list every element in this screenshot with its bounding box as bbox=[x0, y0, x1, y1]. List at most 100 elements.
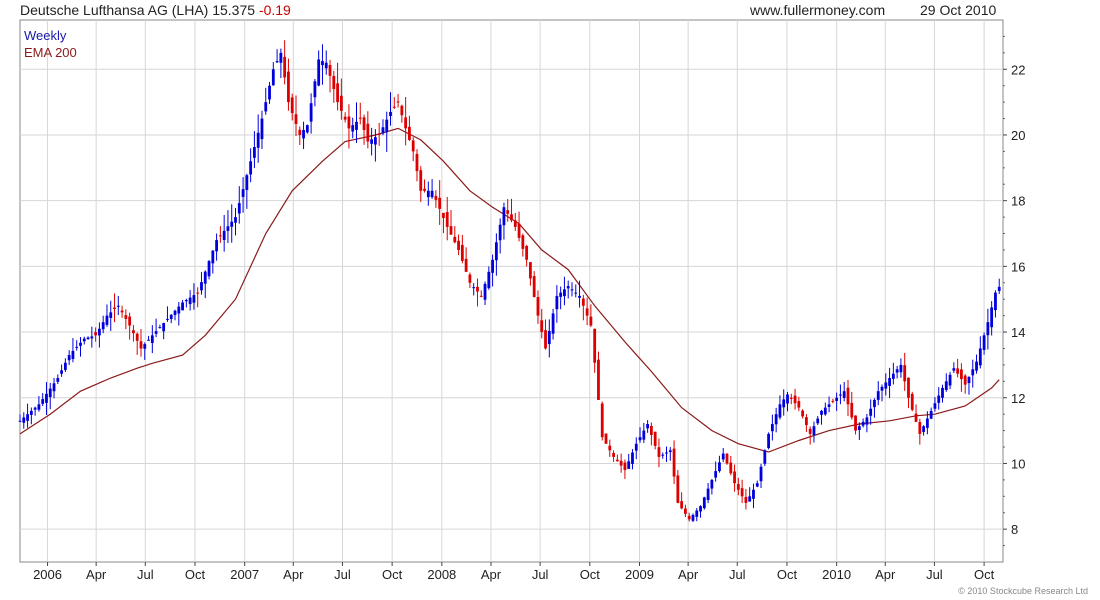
candle-body bbox=[423, 188, 426, 191]
candle-body bbox=[120, 310, 124, 313]
candle-body bbox=[812, 426, 816, 435]
candle-body bbox=[41, 399, 45, 404]
candle-body bbox=[67, 355, 71, 361]
candle-body bbox=[971, 369, 975, 376]
candle-body bbox=[260, 118, 264, 140]
x-tick-label: Apr bbox=[283, 567, 304, 582]
candle-body bbox=[770, 424, 774, 432]
legend-weekly: Weekly bbox=[24, 28, 67, 43]
candle-body bbox=[778, 404, 782, 418]
candle-body bbox=[631, 452, 634, 464]
candle-body bbox=[389, 111, 392, 117]
x-tick-label: Apr bbox=[481, 567, 502, 582]
candle-body bbox=[755, 483, 759, 487]
candle-body bbox=[434, 195, 438, 200]
candle-body bbox=[181, 302, 184, 311]
candle-body bbox=[702, 497, 706, 509]
candle-body bbox=[483, 283, 487, 300]
candle-body bbox=[956, 368, 960, 374]
candle-body bbox=[506, 210, 510, 214]
candle-body bbox=[453, 236, 457, 243]
candle-body bbox=[816, 418, 820, 424]
price-chart: 8 10 12 14 16 18 20 22 2006 Apr Jul Oct 2007 Apr Jul Oc… bbox=[18, 19, 1025, 582]
candle-body bbox=[615, 459, 619, 462]
candle-body bbox=[234, 217, 237, 223]
candle-body bbox=[373, 137, 377, 145]
candle-body bbox=[623, 462, 627, 471]
candle-body bbox=[377, 133, 381, 135]
candle-body bbox=[22, 417, 26, 423]
candle-body bbox=[574, 292, 578, 294]
candle-body bbox=[464, 258, 468, 272]
candle-body bbox=[128, 316, 132, 326]
candle-body bbox=[672, 448, 676, 477]
candle-body bbox=[854, 415, 857, 431]
candle-body bbox=[313, 81, 317, 98]
candle-body bbox=[903, 365, 907, 382]
candle-body bbox=[801, 410, 805, 417]
candle-body bbox=[944, 381, 948, 391]
candle-body bbox=[827, 404, 831, 407]
candle-body bbox=[619, 460, 623, 466]
plot-frame bbox=[19, 19, 1004, 563]
candle-body bbox=[612, 452, 615, 457]
candle-body bbox=[132, 330, 135, 334]
candle-body bbox=[714, 471, 718, 478]
candle-body bbox=[241, 189, 245, 197]
candle-body bbox=[733, 471, 736, 484]
x-tick-label: Jul bbox=[334, 567, 351, 582]
candle-body bbox=[457, 240, 460, 250]
candle-body bbox=[687, 515, 691, 520]
candle-body bbox=[476, 286, 479, 292]
candle-body bbox=[559, 292, 563, 297]
x-tick-label: 2009 bbox=[625, 567, 654, 582]
candle-body bbox=[907, 377, 910, 398]
candle-body bbox=[419, 170, 423, 191]
candle-body bbox=[869, 408, 873, 416]
candle-body bbox=[188, 297, 192, 305]
candle-body bbox=[222, 230, 226, 240]
candle-body bbox=[876, 391, 880, 400]
candle-body bbox=[192, 295, 196, 303]
candle-body bbox=[839, 394, 842, 396]
candle-body bbox=[570, 289, 574, 291]
candle-body bbox=[578, 295, 581, 298]
candle-body bbox=[665, 452, 668, 454]
candle-body bbox=[86, 337, 90, 340]
candle-body bbox=[684, 508, 687, 514]
candle-body bbox=[653, 431, 657, 446]
candle-body bbox=[37, 404, 41, 410]
candle-body bbox=[283, 56, 287, 78]
x-tick-label: Jul bbox=[532, 567, 549, 582]
candle-body bbox=[517, 223, 521, 238]
candle-body bbox=[960, 369, 963, 380]
candle-body bbox=[952, 368, 956, 371]
candle-body bbox=[786, 394, 789, 404]
candle-body bbox=[922, 426, 926, 432]
candle-body bbox=[646, 424, 650, 429]
candle-body bbox=[381, 127, 385, 134]
x-tick-label: Apr bbox=[875, 567, 896, 582]
candle-body bbox=[657, 447, 661, 457]
candle-body bbox=[597, 359, 600, 400]
candle-body bbox=[642, 430, 646, 440]
candle-body bbox=[52, 383, 56, 392]
y-tick-label: 14 bbox=[1011, 325, 1025, 340]
candle-body bbox=[305, 125, 309, 133]
candle-body bbox=[888, 378, 891, 386]
candle-body bbox=[608, 445, 612, 451]
x-tick-label: Jul bbox=[729, 567, 746, 582]
candle-body bbox=[805, 417, 808, 426]
candle-body bbox=[90, 336, 94, 339]
candle-body bbox=[460, 244, 464, 261]
candle-body bbox=[880, 386, 884, 391]
candle-body bbox=[725, 453, 729, 464]
candle-body bbox=[79, 342, 82, 346]
candle-body bbox=[253, 147, 256, 158]
y-tick-label: 10 bbox=[1011, 456, 1025, 471]
candle-body bbox=[963, 375, 967, 385]
candle-body bbox=[759, 466, 763, 482]
candle-body bbox=[385, 119, 389, 133]
candle-body bbox=[986, 322, 990, 336]
candle-body bbox=[362, 117, 366, 131]
